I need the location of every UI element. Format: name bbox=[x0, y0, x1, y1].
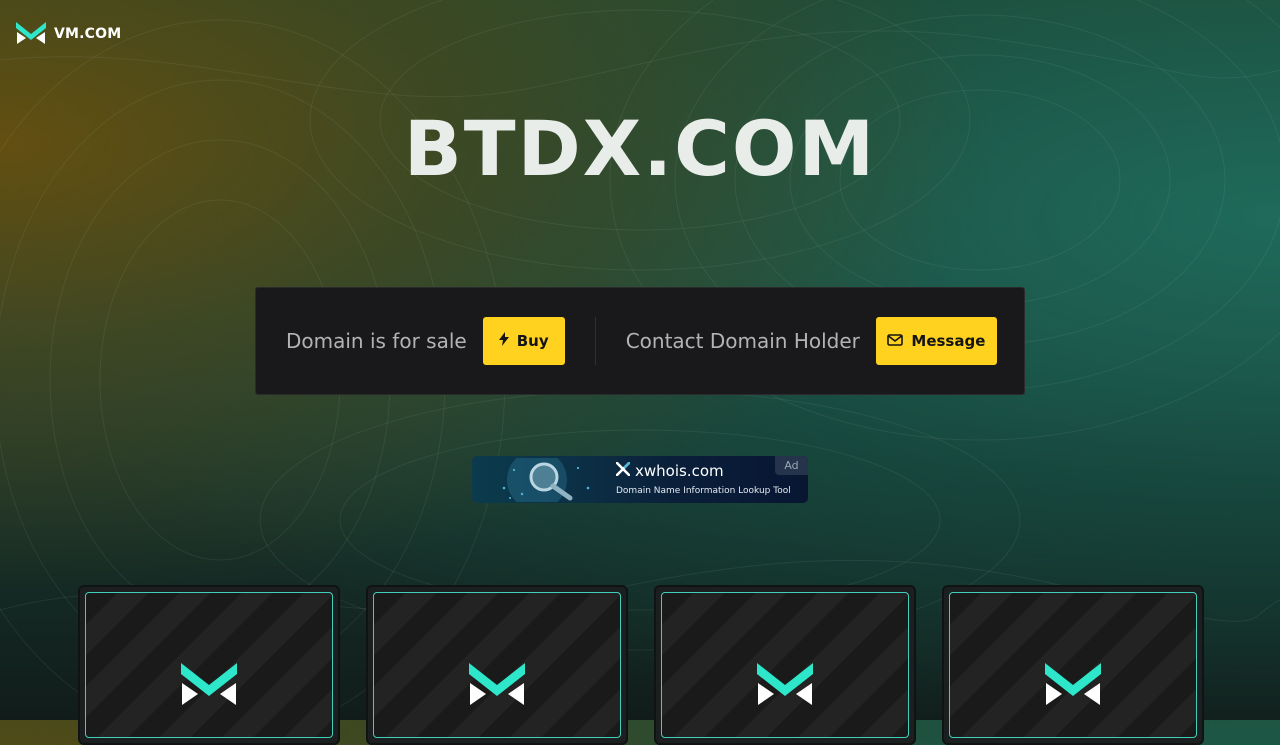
brand-link[interactable]: VM.COM bbox=[16, 20, 121, 48]
card-frame bbox=[661, 592, 909, 738]
for-sale-text: Domain is for sale bbox=[286, 329, 467, 353]
contact-text: Contact Domain Holder bbox=[625, 329, 860, 353]
envelope-icon bbox=[887, 332, 904, 350]
vm-logo-icon bbox=[1045, 663, 1101, 709]
sale-panel: Domain is for sale Buy Contact Domain Ho… bbox=[255, 287, 1025, 395]
listing-card[interactable] bbox=[366, 585, 628, 745]
card-frame bbox=[373, 592, 621, 738]
message-button-label: Message bbox=[911, 332, 986, 350]
magnifier-globe-icon bbox=[492, 456, 602, 503]
vm-logo-icon bbox=[16, 20, 46, 48]
ad-domain-text: xwhois.com bbox=[635, 462, 724, 480]
vm-logo-icon bbox=[469, 663, 525, 709]
message-button[interactable]: Message bbox=[875, 317, 997, 365]
ad-domain: xwhois.com bbox=[615, 461, 724, 480]
card-frame bbox=[949, 592, 1197, 738]
listing-card[interactable] bbox=[942, 585, 1204, 745]
buy-button[interactable]: Buy bbox=[482, 317, 565, 365]
lightning-icon bbox=[498, 332, 509, 350]
domain-title: BTDX.COM bbox=[403, 104, 877, 193]
vm-logo-icon bbox=[181, 663, 237, 709]
ad-badge: Ad bbox=[775, 456, 808, 475]
panel-divider bbox=[594, 317, 596, 365]
card-frame bbox=[85, 592, 333, 738]
x-logo-icon bbox=[615, 461, 631, 480]
listing-card[interactable] bbox=[654, 585, 916, 745]
ad-tagline: Domain Name Information Lookup Tool bbox=[616, 486, 791, 496]
vm-logo-icon bbox=[757, 663, 813, 709]
brand-name: VM.COM bbox=[54, 26, 122, 42]
listing-card[interactable] bbox=[78, 585, 340, 745]
buy-button-label: Buy bbox=[516, 332, 549, 350]
ad-banner[interactable]: xwhois.com Domain Name Information Looku… bbox=[472, 456, 808, 503]
